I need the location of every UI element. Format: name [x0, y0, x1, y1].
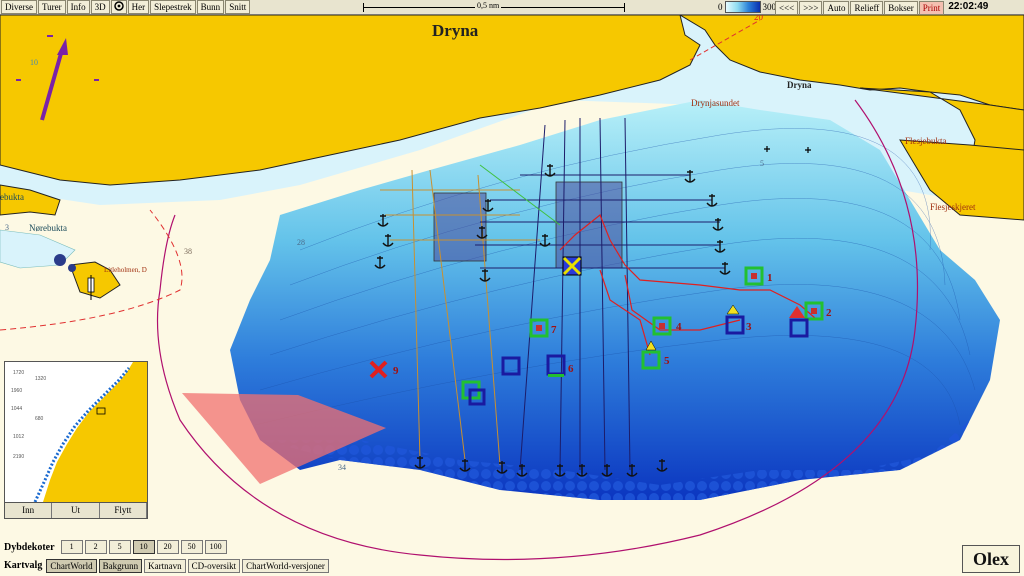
target-icon[interactable] — [110, 0, 127, 14]
contour-2-button[interactable]: 2 — [84, 540, 107, 554]
depth-min: 0 — [718, 2, 723, 12]
info-button[interactable]: Info — [66, 0, 90, 14]
overview-minimap[interactable]: 1720 1320 1960 1044 680 1012 2190 Inn Ut… — [4, 361, 148, 519]
place-litleholmen: Litleholmen, D — [104, 266, 147, 274]
top-toolbar: Diverse Turer Info 3D Her Slepestrek Bun… — [0, 0, 1024, 15]
diverse-button[interactable]: Diverse — [1, 0, 37, 14]
vessel-icon[interactable] — [562, 256, 582, 276]
marker-label-4: 4 — [676, 321, 682, 333]
depth-38: 38 — [184, 247, 192, 256]
contour-5-button[interactable]: 5 — [108, 540, 131, 554]
marker-label-3: 3 — [746, 321, 752, 333]
place-flesjeskjeret: Flesjeskjeret — [930, 202, 976, 212]
place-dryna-main: Dryna — [432, 21, 479, 40]
right-toolbar: <<< >>> Auto Relieff Bokser Print 22:02:… — [774, 1, 988, 15]
depth-5: 5 — [760, 159, 764, 168]
rock-1 — [54, 254, 66, 266]
depth-28: 28 — [297, 238, 305, 247]
minimap-depth: 1960 — [11, 388, 22, 394]
depth-20: 20 — [754, 15, 764, 22]
contour-1-button[interactable]: 1 — [60, 540, 83, 554]
marker-label-7: 7 — [551, 324, 557, 336]
turer-button[interactable]: Turer — [38, 0, 66, 14]
zoom-in-button[interactable]: Inn — [5, 503, 53, 518]
slepestrek-button[interactable]: Slepestrek — [150, 0, 196, 14]
bokser-button[interactable]: Bokser — [884, 1, 918, 15]
depth-gradient — [724, 1, 761, 13]
place-norebukta: Nørebukta — [29, 223, 67, 233]
marker-label-1: 1 — [767, 272, 773, 284]
3d-button[interactable]: 3D — [90, 0, 110, 14]
bunn-button[interactable]: Bunn — [196, 0, 225, 14]
background-button[interactable]: Bakgrunn — [98, 558, 143, 573]
contour-20-button[interactable]: 20 — [156, 540, 179, 554]
place-drynjasundet: Drynjasundet — [691, 98, 740, 108]
depth-3: 3 — [5, 223, 9, 232]
minimap-controls: Inn Ut Flytt — [5, 502, 147, 518]
minimap-depth: 680 — [35, 416, 44, 422]
contour-100-button[interactable]: 100 — [204, 540, 227, 554]
chart-names-button[interactable]: Kartnavn — [144, 558, 186, 573]
contour-10-button[interactable]: 10 — [132, 540, 155, 554]
depth-contour-label: Dybdekoter — [4, 541, 55, 553]
place-dryna-small: Dryna — [787, 80, 812, 90]
scale-bar: 0,5 nm — [363, 1, 625, 12]
cd-overview-button[interactable]: CD-oversikt — [187, 558, 241, 573]
place-ebukta: ebukta — [0, 192, 24, 202]
print-button[interactable]: Print — [918, 1, 945, 15]
marker-label-6: 6 — [568, 363, 574, 375]
scale-label: 0,5 nm — [475, 1, 502, 10]
chart-map[interactable]: 1 2 3 4 5 6 7 9 Dryna Dryna Drynjasundet… — [0, 15, 1024, 576]
olex-logo: Olex — [962, 545, 1020, 573]
contour-50-button[interactable]: 50 — [180, 540, 203, 554]
place-flesjebukta: Flesjebukta — [905, 136, 947, 146]
depth-legend: 0 300 — [718, 1, 776, 13]
minimap-depth: 1720 — [13, 370, 24, 376]
clock: 22:02:49 — [948, 1, 989, 12]
minimap-depth: 1044 — [11, 406, 22, 412]
next-button[interactable]: >>> — [799, 1, 823, 15]
zoom-out-button[interactable]: Ut — [52, 503, 100, 518]
chartworld-button[interactable]: ChartWorld — [46, 558, 97, 573]
marker-label-5: 5 — [664, 355, 670, 367]
her-button[interactable]: Her — [127, 0, 150, 14]
prev-button[interactable]: <<< — [775, 1, 799, 15]
chart-select-label: Kartvalg — [4, 560, 43, 571]
depth-10: 10 — [30, 58, 38, 67]
rock-2 — [68, 264, 76, 272]
depth-34: 34 — [338, 463, 346, 472]
snitt-button[interactable]: Snitt — [225, 0, 251, 14]
selection-box-2[interactable] — [555, 181, 623, 269]
minimap-depth: 1320 — [35, 376, 46, 382]
minimap-depth: 2190 — [13, 454, 24, 460]
relieff-button[interactable]: Relieff — [850, 1, 884, 15]
chart-select: Kartvalg ChartWorld Bakgrunn Kartnavn CD… — [4, 558, 331, 573]
minimap-chart[interactable]: 1720 1320 1960 1044 680 1012 2190 — [5, 362, 147, 503]
chartworld-versions-button[interactable]: ChartWorld-versjoner — [242, 558, 329, 573]
auto-button[interactable]: Auto — [823, 1, 850, 15]
move-button[interactable]: Flytt — [100, 503, 147, 518]
depth-contour-selector: Dybdekoter 1 2 5 10 20 50 100 — [4, 540, 229, 554]
selection-box-1[interactable] — [433, 192, 487, 262]
marker-label-2: 2 — [826, 307, 832, 319]
marker-label-9: 9 — [393, 365, 399, 377]
minimap-depth: 1012 — [13, 434, 24, 440]
